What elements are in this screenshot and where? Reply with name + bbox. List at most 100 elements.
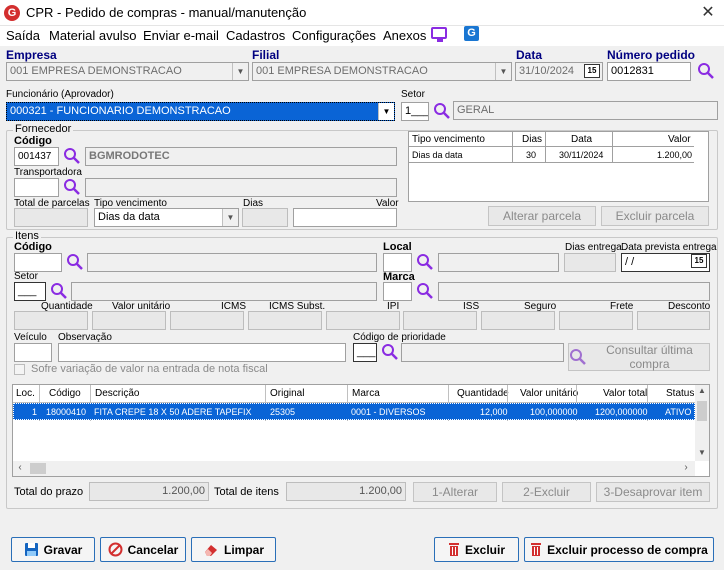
prioridade-nome-field xyxy=(401,343,564,362)
item-setor-nome-field xyxy=(71,282,377,301)
grid-hdr-original[interactable]: Original xyxy=(268,388,306,399)
transportadora-label: Transportadora xyxy=(14,167,82,178)
menu-configuracoes[interactable]: Configurações xyxy=(292,28,376,43)
setor-label: Setor xyxy=(401,89,425,100)
venc-cell-tipo[interactable]: Dias da data xyxy=(410,150,465,160)
grid-cell-valor-unitario: 100,000000 xyxy=(530,407,578,417)
search-transportadora-icon[interactable] xyxy=(63,178,81,196)
trash-icon xyxy=(531,543,542,556)
alterar-item-button[interactable]: 1-Alterar xyxy=(413,482,497,502)
marca-field[interactable] xyxy=(383,282,412,301)
grid-hdr-codigo[interactable]: Código xyxy=(47,388,83,399)
transportadora-field[interactable] xyxy=(14,178,59,197)
grid-cell-quantidade: 12,000 xyxy=(480,407,508,417)
venc-hdr-valor[interactable]: Valor xyxy=(666,134,693,145)
desaprovar-item-button[interactable]: 3-Desaprovar item xyxy=(596,482,710,502)
sofre-variacao-checkbox[interactable] xyxy=(14,364,25,375)
menu-enviar-email[interactable]: Enviar e-mail xyxy=(143,28,219,43)
search-pedido-icon[interactable] xyxy=(697,62,715,80)
grid-hdr-marca[interactable]: Marca xyxy=(350,388,382,399)
fornecedor-codigo-field[interactable]: 001437 xyxy=(14,147,59,166)
scroll-up-icon[interactable]: ▲ xyxy=(696,386,708,398)
grid-hdr-valor-unitario[interactable]: Valor unitário xyxy=(518,388,580,399)
funcionario-combo[interactable]: 000321 - FUNCIONARIO DEMONSTRACAO ▼ xyxy=(6,102,395,121)
item-setor-field[interactable]: ___ xyxy=(14,282,46,301)
grid-cell-loc: 1 xyxy=(32,407,38,417)
setor-name-field: GERAL xyxy=(453,101,718,120)
consultar-ultima-compra-button[interactable]: Consultar última compra xyxy=(568,343,710,371)
icms-field xyxy=(170,311,244,330)
empresa-combo[interactable]: 001 EMPRESA DEMONSTRACAO ▼ xyxy=(6,62,249,81)
close-icon[interactable]: ✕ xyxy=(696,2,720,24)
excluir-item-button[interactable]: 2-Excluir xyxy=(502,482,591,502)
alterar-parcela-button[interactable]: Alterar parcela xyxy=(488,206,596,226)
gravar-button[interactable]: Gravar xyxy=(11,537,95,562)
grid-hdr-quantidade[interactable]: Quantidade xyxy=(455,388,511,399)
grid-hdr-descricao[interactable]: Descrição xyxy=(93,388,141,399)
menu-cadastros[interactable]: Cadastros xyxy=(226,28,285,43)
numero-pedido-field[interactable]: 0012831 xyxy=(607,62,691,81)
venc-cell-data[interactable]: 30/11/2024 xyxy=(557,150,605,160)
quantidade-field xyxy=(14,311,88,330)
local-field[interactable] xyxy=(383,253,412,272)
grid-cell-valor-total: 1200,000000 xyxy=(595,407,648,417)
app-shortcut-icon[interactable]: G xyxy=(464,26,479,41)
grid-cell-codigo: 18000410 xyxy=(46,407,87,417)
item-codigo-field[interactable] xyxy=(14,253,62,272)
excluir-processo-button[interactable]: Excluir processo de compra xyxy=(524,537,714,562)
venc-col-divider xyxy=(545,132,546,163)
venc-cell-valor[interactable]: 1.200,00 xyxy=(655,150,694,160)
menu-material-avulso[interactable]: Material avulso xyxy=(49,28,136,43)
total-prazo-label: Total do prazo xyxy=(14,486,84,498)
calendar-icon[interactable]: 15 xyxy=(584,64,600,78)
scroll-down-icon[interactable]: ▼ xyxy=(696,448,708,460)
icms-subst-field xyxy=(248,311,322,330)
venc-hdr-data[interactable]: Data xyxy=(569,134,594,145)
menu-saida[interactable]: Saída xyxy=(6,28,40,43)
excluir-button[interactable]: Excluir xyxy=(434,537,519,562)
filial-combo[interactable]: 001 EMPRESA DEMONSTRACAO ▼ xyxy=(252,62,512,81)
grid-hdr-loc[interactable]: Loc. xyxy=(14,388,37,399)
prioridade-label: Código de prioridade xyxy=(353,332,446,343)
calendar-prevista-icon[interactable]: 15 xyxy=(691,254,707,268)
fornecedor-codigo-label: Código xyxy=(14,135,52,147)
grid-hdr-status[interactable]: Status xyxy=(664,388,696,399)
filial-label: Filial xyxy=(252,48,280,62)
venc-hdr-tipo[interactable]: Tipo vencimento xyxy=(410,134,487,145)
ipi-field xyxy=(326,311,400,330)
venc-col-divider xyxy=(612,132,613,163)
total-itens-field: 1.200,00 xyxy=(286,482,406,501)
veiculo-field[interactable] xyxy=(14,343,52,362)
grid-hdr-valor-total[interactable]: Valor total xyxy=(601,388,649,399)
venc-cell-dias[interactable]: 30 xyxy=(524,150,538,160)
search-icon xyxy=(569,348,587,366)
numero-pedido-label: Número pedido xyxy=(607,48,696,62)
tipo-venc-combo[interactable]: Dias da data ▼ xyxy=(94,208,239,227)
search-prioridade-icon[interactable] xyxy=(381,343,399,361)
menu-anexos[interactable]: Anexos xyxy=(383,28,426,43)
excluir-parcela-button[interactable]: Excluir parcela xyxy=(601,206,709,226)
search-setor-icon[interactable] xyxy=(433,102,451,120)
monitor-icon[interactable] xyxy=(431,27,447,42)
limpar-button[interactable]: Limpar xyxy=(191,537,276,562)
setor-code-field[interactable]: 1___ xyxy=(401,102,429,121)
search-item-icon[interactable] xyxy=(66,253,84,271)
item-setor-label: Setor xyxy=(14,271,38,282)
scroll-left-icon[interactable]: ‹ xyxy=(14,462,26,474)
search-item-setor-icon[interactable] xyxy=(50,282,68,300)
scroll-right-icon[interactable]: › xyxy=(680,462,692,474)
horizontal-scroll-thumb[interactable] xyxy=(30,463,46,474)
search-marca-icon[interactable] xyxy=(416,282,434,300)
venc-hdr-dias[interactable]: Dias xyxy=(520,134,544,145)
observacao-field[interactable] xyxy=(58,343,346,362)
trash-icon xyxy=(448,543,459,556)
vertical-scroll-thumb[interactable] xyxy=(697,401,707,421)
horizontal-scrollbar[interactable] xyxy=(13,461,695,476)
valor-unitario-field xyxy=(92,311,166,330)
grid-cell-marca: 0001 - DIVERSOS xyxy=(351,407,426,417)
valor-field[interactable] xyxy=(293,208,397,227)
cancelar-button[interactable]: Cancelar xyxy=(100,537,186,562)
prioridade-field[interactable]: ___ xyxy=(353,343,377,362)
search-local-icon[interactable] xyxy=(416,253,434,271)
search-fornecedor-icon[interactable] xyxy=(63,147,81,165)
